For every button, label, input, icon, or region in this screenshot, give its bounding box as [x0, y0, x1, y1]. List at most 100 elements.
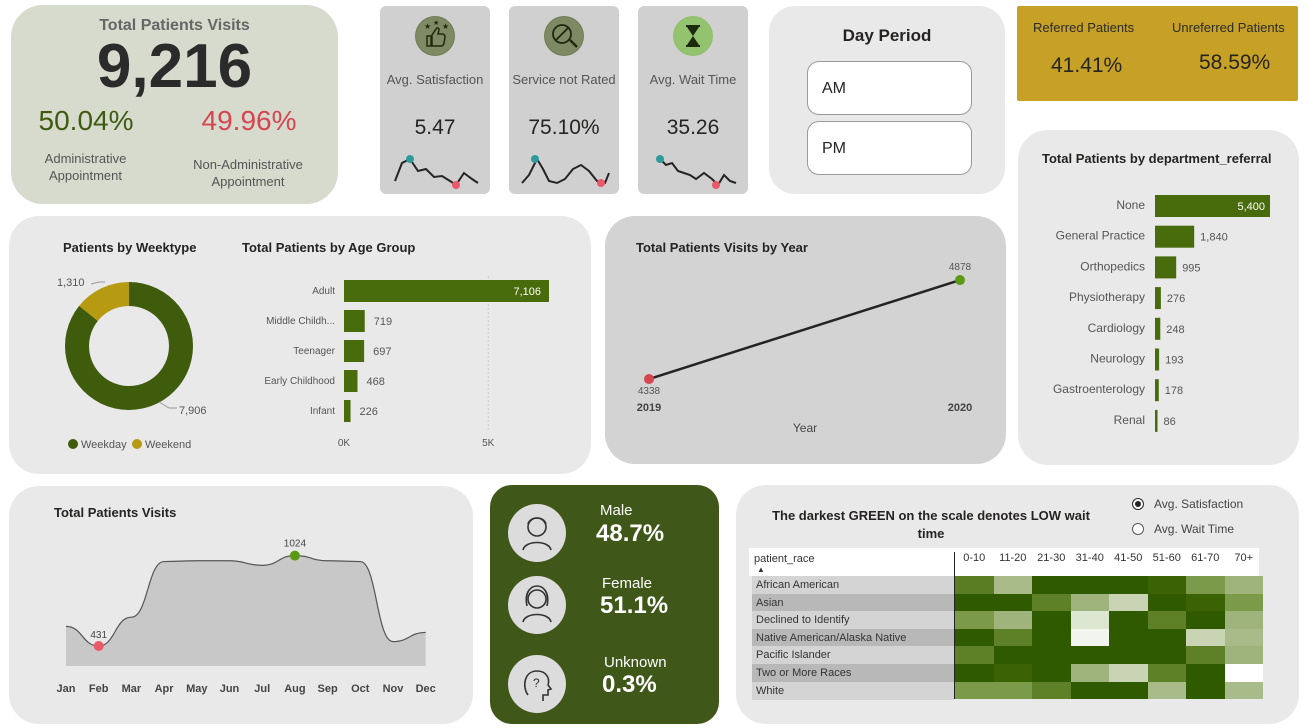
heatmap-cell[interactable] [1109, 681, 1148, 700]
heatmap-divider [954, 552, 955, 699]
month-tick-label: Jan [57, 683, 76, 695]
heatmap-cell[interactable] [1070, 593, 1109, 612]
heatmap-cell[interactable] [1224, 664, 1263, 682]
heatmap-cell[interactable] [1070, 628, 1109, 647]
heatmap-cell[interactable] [1186, 646, 1225, 664]
heatmap-cell[interactable] [1147, 611, 1186, 629]
heatmap-cell[interactable] [955, 646, 994, 664]
age-value-label: 719 [374, 316, 392, 328]
heatmap-cell[interactable] [1147, 593, 1186, 612]
heatmap-row-label: Two or More Races [752, 664, 954, 682]
heatmap-cell[interactable] [993, 646, 1032, 664]
year-value-label: 4878 [949, 262, 972, 273]
radio-label-satisfaction: Avg. Satisfaction [1154, 497, 1244, 511]
heatmap-cell[interactable] [1032, 681, 1071, 700]
month-tick-label: Oct [351, 683, 370, 695]
radio-label-wait-time: Avg. Wait Time [1154, 522, 1235, 536]
heatmap-cell[interactable] [955, 664, 994, 682]
heatmap-cell[interactable] [1070, 611, 1109, 629]
heatmap-cell[interactable] [1147, 628, 1186, 647]
age-group-chart: Adult 7,106 Middle Childh... 719 Teenager 697… [264, 276, 549, 449]
heatmap-cell[interactable] [1109, 576, 1148, 594]
radio-unselected-icon[interactable] [1132, 523, 1144, 535]
heatmap-cell[interactable] [1109, 593, 1148, 612]
heatmap-cell[interactable] [1224, 576, 1263, 594]
heatmap-cell[interactable] [1070, 646, 1109, 664]
year-point-max [955, 275, 965, 286]
heatmap-cell[interactable] [1186, 681, 1225, 700]
heatmap-cell[interactable] [993, 628, 1032, 647]
age-bar [344, 340, 365, 362]
heatmap-column-header: 11-20 [999, 552, 1027, 564]
heatmap-cell[interactable] [1070, 681, 1109, 700]
heatmap-cell[interactable] [955, 681, 994, 700]
heatmap-cell[interactable] [1032, 611, 1071, 629]
radio-selected-icon[interactable] [1132, 498, 1144, 510]
heatmap-cell[interactable] [1032, 576, 1071, 594]
heatmap-cell[interactable] [1186, 576, 1225, 594]
nonadmin-label: Non-Administrative Appointment [193, 157, 303, 189]
heatmap-cell[interactable] [1109, 611, 1148, 629]
heatmap-cell[interactable] [993, 611, 1032, 629]
heatmap-cell[interactable] [1032, 593, 1071, 612]
heatmap-cell[interactable] [1186, 628, 1225, 647]
heatmap-cell[interactable] [1109, 646, 1148, 664]
unreferred-value: 58.59% [1199, 51, 1271, 74]
heatmap-cell[interactable] [1070, 664, 1109, 682]
heatmap-cell[interactable] [955, 628, 994, 647]
sort-asc-icon[interactable]: ▲ [757, 565, 765, 574]
heatmap-cell[interactable] [955, 576, 994, 594]
am-option[interactable]: AM [807, 61, 972, 115]
heatmap-cell[interactable] [993, 593, 1032, 612]
referred-label: Referred Patients [1033, 20, 1135, 35]
gender-card: Male 48.7% Female 51.1% ? Unknown 0.3% [490, 485, 719, 724]
dept-category-label: None [1116, 198, 1145, 212]
age-category-label: Teenager [293, 346, 335, 357]
male-person-icon [508, 504, 566, 562]
thumbs-up-stars-icon: ★ ★ ★ [415, 16, 455, 56]
heatmap-cell[interactable] [955, 593, 994, 612]
age-axis-tick: 0K [338, 438, 351, 449]
heatmap-cell[interactable] [1147, 681, 1186, 700]
heatmap-cell[interactable] [1032, 664, 1071, 682]
admin-pct: 50.04% [38, 105, 134, 136]
month-tick-label: Mar [122, 683, 142, 695]
dept-value-label: 995 [1182, 262, 1200, 274]
male-label: Male [600, 502, 633, 519]
heatmap-cell[interactable] [993, 681, 1032, 700]
heatmap-cell[interactable] [1147, 646, 1186, 664]
heatmap-cell[interactable] [1070, 576, 1109, 594]
dept-value-label: 178 [1165, 385, 1183, 397]
heatmap-cell[interactable] [1224, 681, 1263, 700]
unknown-value: 0.3% [602, 671, 657, 698]
heatmap-cell[interactable] [1224, 646, 1263, 664]
heatmap-cell[interactable] [1109, 628, 1148, 647]
heatmap-column-header: 70+ [1234, 552, 1254, 564]
heatmap-cell[interactable] [1032, 628, 1071, 647]
heatmap-cell[interactable] [1224, 593, 1263, 612]
avg-wait-time-label: Avg. Wait Time [649, 72, 737, 87]
heatmap-column-header: 21-30 [1037, 552, 1066, 564]
heatmap-cell[interactable] [993, 664, 1032, 682]
nonadmin-pct: 49.96% [201, 105, 297, 136]
heatmap-cell[interactable] [1186, 611, 1225, 629]
heatmap-cell[interactable] [1147, 576, 1186, 594]
unknown-person-icon: ? [508, 655, 566, 713]
heatmap-column-header: 61-70 [1191, 552, 1220, 564]
heatmap-cell[interactable] [1224, 628, 1263, 647]
heatmap-cell[interactable] [955, 611, 994, 629]
heatmap-cell[interactable] [1147, 664, 1186, 682]
heatmap-cell[interactable] [1186, 593, 1225, 612]
heatmap-cell[interactable] [1109, 664, 1148, 682]
pm-option[interactable]: PM [807, 121, 972, 175]
heatmap-row-header[interactable]: patient_race [754, 553, 815, 565]
heatmap-cell[interactable] [1032, 646, 1071, 664]
service-not-rated-value: 75.10% [528, 116, 600, 139]
donut-value-label: 1,310 [57, 277, 85, 289]
heatmap-cell[interactable] [1224, 611, 1263, 629]
svg-text:?: ? [533, 676, 540, 690]
heatmap-cell[interactable] [1186, 664, 1225, 682]
heatmap-cell[interactable] [993, 576, 1032, 594]
month-tick-label: Apr [155, 683, 175, 695]
age-chart-title: Total Patients by Age Group [242, 240, 416, 255]
